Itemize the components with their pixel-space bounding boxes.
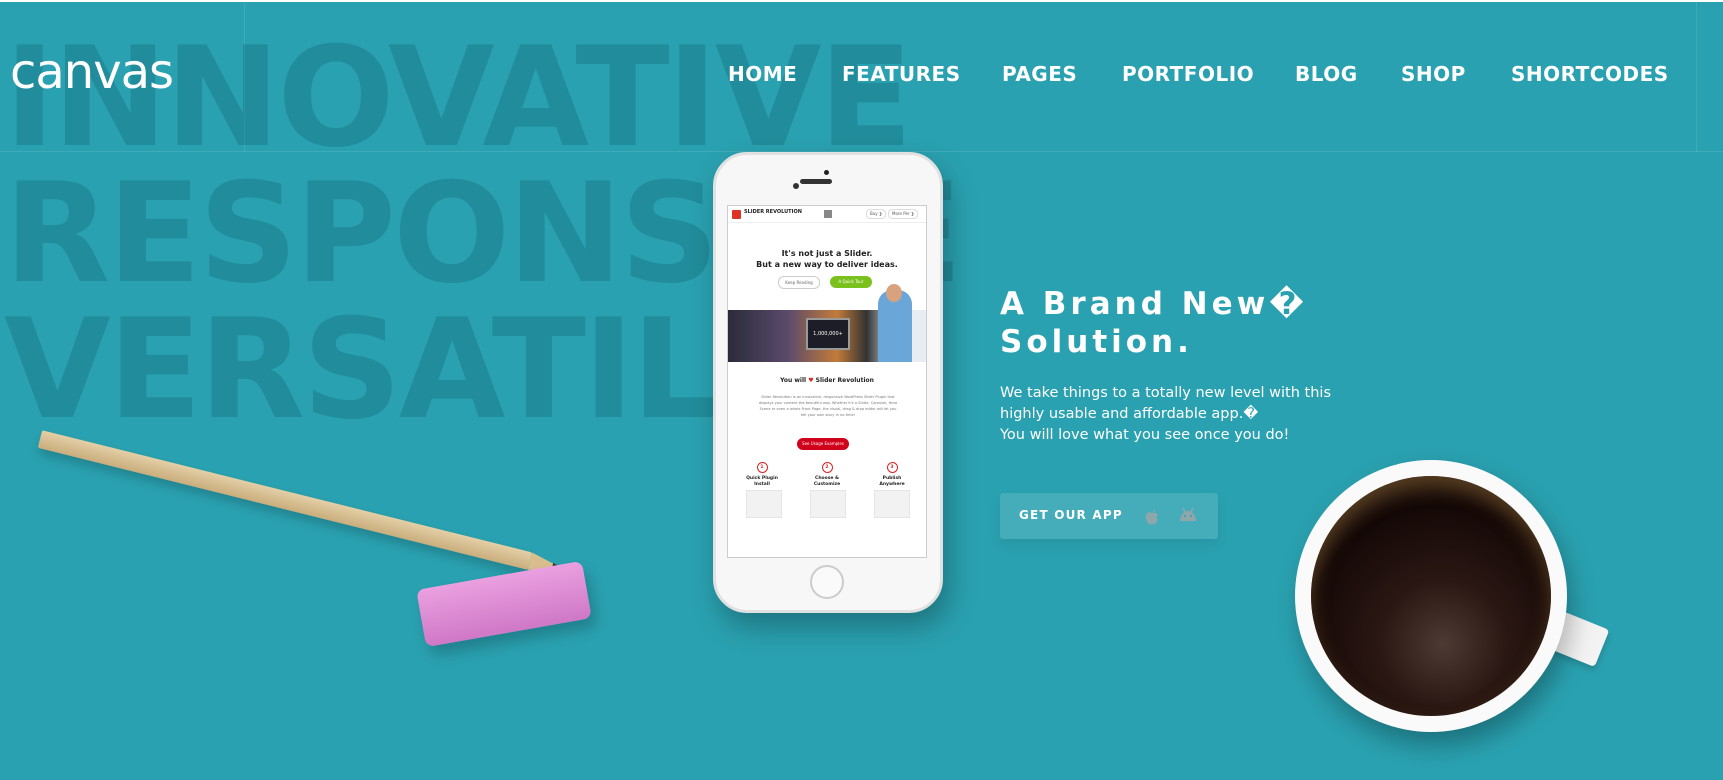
screen-headline: It's not just a Slider. But a new way to… [728,248,926,270]
hero-title: A Brand New� Solution. [1000,285,1420,361]
screen-love-line: You will ♥ Slider Revolution [728,377,926,384]
slider-logo-icon [732,210,741,219]
nav-item-features[interactable]: FEATURES [842,62,961,86]
screen-button-keep-reading: Keep Reading [778,276,820,289]
step-label: Quick Plugin Install [746,476,778,487]
screen-header: SLIDER REVOLUTION Buy ❯ More Per ❯ [728,206,926,223]
get-our-app-label: GET OUR APP [1019,508,1123,522]
step-label: Choose & Customize [813,476,841,487]
menu-icon [824,210,832,218]
step-label: Publish Anywhere [879,476,905,487]
hero-title-line: A Brand New� [1000,286,1308,322]
hero-description-line: highly usable and affordable app.� [1000,406,1259,422]
apple-icon [1145,509,1158,525]
screen-pill-more: More Per ❯ [888,209,919,219]
top-border [0,0,1723,2]
nav-item-home[interactable]: HOME [728,62,797,86]
screen-paragraph: Slider Revolution is an innovative, resp… [758,395,898,417]
phone-mockup: SLIDER REVOLUTION Buy ❯ More Per ❯ It's … [713,152,943,613]
screen-headline-line: It's not just a Slider. [781,249,873,258]
screen-button-quick-tour: A Quick Tour [830,276,872,288]
hero-description: We take things to a totally new level wi… [1000,383,1331,446]
step-number: 2 [821,462,833,473]
step-number: 1 [756,462,768,473]
coffee-cup-image [1295,460,1567,732]
step-number: 3 [886,462,898,473]
screen-love-prefix: You will [780,377,807,384]
nav-item-pages[interactable]: PAGES [1002,62,1077,86]
screen-headline-line: But a new way to deliver ideas. [756,260,898,269]
nav-item-portfolio[interactable]: PORTFOLIO [1122,62,1254,86]
nav-item-shop[interactable]: SHOP [1401,62,1466,86]
get-our-app-button[interactable]: GET OUR APP [1000,493,1218,539]
coffee-foam [1311,476,1551,716]
android-icon [1180,507,1196,521]
nav-item-blog[interactable]: BLOG [1295,62,1358,86]
screen-monitor: 1,000,000+ [806,318,850,350]
screen-examples-button: See Usage Examples [797,438,849,450]
phone-home-button [810,565,844,599]
screen-pill-buy: Buy ❯ [866,209,887,219]
pencil-image [37,430,568,579]
step-thumbnail [746,490,782,518]
step-thumbnail [810,490,846,518]
nav-item-shortcodes[interactable]: SHORTCODES [1511,62,1669,86]
step-thumbnail [874,490,910,518]
screen-love-suffix: Slider Revolution [815,377,874,384]
screen-step: 1 Quick Plugin Install [740,462,784,488]
screen-step: 3 Publish Anywhere [870,462,914,488]
hero-description-line: We take things to a totally new level wi… [1000,385,1331,401]
eraser-image [416,560,592,648]
heart-icon: ♥ [808,377,814,384]
screen-logo: SLIDER REVOLUTION [744,209,802,215]
main-navigation: HOME FEATURES PAGES PORTFOLIO BLOG SHOP … [0,62,1723,92]
hero-title-line: Solution. [1000,324,1193,360]
phone-screen: SLIDER REVOLUTION Buy ❯ More Per ❯ It's … [727,205,927,558]
screen-step: 2 Choose & Customize [805,462,849,488]
hero-description-line: You will love what you see once you do! [1000,427,1290,443]
screen-person-head [886,284,902,302]
